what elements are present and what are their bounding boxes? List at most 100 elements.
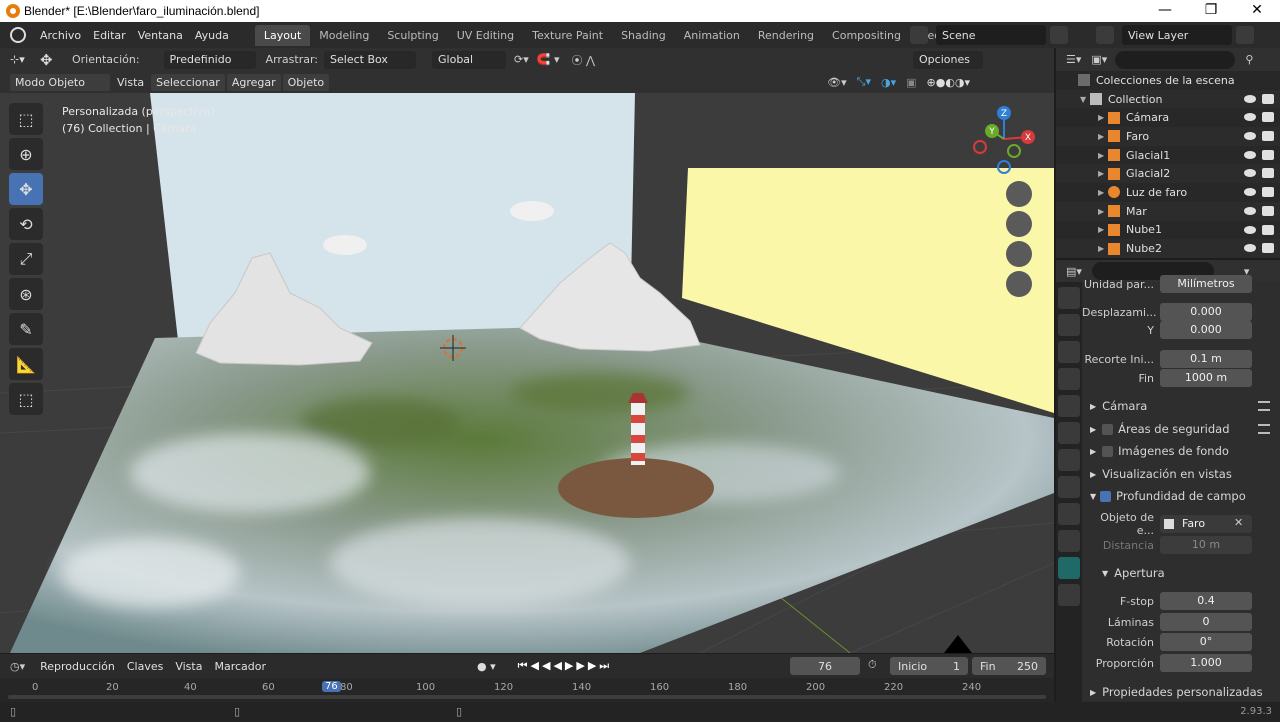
unit-field[interactable]: Milímetros bbox=[1160, 275, 1252, 293]
menu-archivo[interactable]: Archivo bbox=[34, 29, 87, 42]
tab-rendering[interactable]: Rendering bbox=[749, 25, 823, 46]
current-frame-field[interactable]: 76 bbox=[790, 657, 860, 675]
tab-compositing[interactable]: Compositing bbox=[823, 25, 910, 46]
cursor-tool-icon[interactable]: ⊕ bbox=[9, 138, 43, 170]
scene-selector[interactable]: Scene bbox=[936, 25, 1046, 45]
texture-tab-icon[interactable] bbox=[1058, 584, 1080, 606]
new-scene-icon[interactable] bbox=[1050, 26, 1068, 44]
shift-x-field[interactable]: 0.000 bbox=[1160, 303, 1252, 321]
eye-icon[interactable] bbox=[1244, 94, 1256, 103]
menu-marcador[interactable]: Marcador bbox=[209, 658, 271, 675]
view-layer-tab-icon[interactable] bbox=[1058, 368, 1080, 390]
playhead[interactable]: 76 bbox=[322, 681, 341, 692]
shift-y-field[interactable]: 0.000 bbox=[1160, 321, 1252, 339]
safe-areas-checkbox[interactable] bbox=[1102, 423, 1114, 435]
outliner-item-nube2[interactable]: ▶ Nube2 bbox=[1056, 239, 1280, 258]
render-camera-icon[interactable] bbox=[1262, 224, 1274, 235]
render-camera-icon[interactable] bbox=[1262, 93, 1274, 104]
menu-seleccionar[interactable]: Seleccionar bbox=[151, 73, 225, 91]
section-areas-seguridad[interactable]: ▶ Áreas de seguridad bbox=[1082, 418, 1280, 440]
timeline-editor-icon[interactable]: ◷▾ bbox=[10, 660, 25, 673]
timeline-scrollbar[interactable] bbox=[8, 695, 1046, 699]
tab-animation[interactable]: Animation bbox=[675, 25, 749, 46]
playback-controls-icon[interactable]: ⏮◀◀◀▶▶▶⏭ bbox=[518, 659, 613, 673]
tab-texture-paint[interactable]: Texture Paint bbox=[523, 25, 612, 46]
render-camera-icon[interactable] bbox=[1262, 168, 1274, 179]
menu-ventana[interactable]: Ventana bbox=[132, 29, 189, 42]
expand-icon[interactable]: ▶ bbox=[1098, 225, 1108, 234]
render-camera-icon[interactable] bbox=[1262, 187, 1274, 198]
expand-icon[interactable]: ▶ bbox=[1098, 244, 1108, 253]
background-images-checkbox[interactable] bbox=[1102, 445, 1114, 457]
eye-icon[interactable] bbox=[1244, 150, 1256, 159]
ortho-grid-icon[interactable] bbox=[1006, 271, 1032, 297]
eye-icon[interactable] bbox=[1244, 206, 1256, 215]
expand-icon[interactable]: ▶ bbox=[1098, 151, 1108, 160]
minimize-button[interactable]: — bbox=[1142, 0, 1188, 22]
fstop-field[interactable]: 0.4 bbox=[1160, 592, 1252, 610]
rotation-field[interactable]: 0° bbox=[1160, 633, 1252, 651]
blender-menu-icon[interactable] bbox=[10, 27, 26, 43]
clear-icon[interactable]: ✕ bbox=[1234, 516, 1243, 529]
filter-icon[interactable]: ⚲ bbox=[1245, 53, 1253, 66]
mode-dropdown[interactable]: Modo Objeto bbox=[10, 73, 110, 91]
section-visualizacion[interactable]: ▶ Visualización en vistas bbox=[1082, 463, 1280, 485]
world-tab-icon[interactable] bbox=[1058, 422, 1080, 444]
render-camera-icon[interactable] bbox=[1262, 243, 1274, 254]
display-mode-icon[interactable]: ▣▾ bbox=[1091, 53, 1107, 66]
expand-icon[interactable]: ▶ bbox=[1098, 132, 1108, 141]
navigation-gizmo-icon[interactable]: Z X Y bbox=[968, 103, 1040, 175]
menu-ayuda[interactable]: Ayuda bbox=[189, 29, 235, 42]
eye-icon[interactable] bbox=[1244, 113, 1256, 122]
section-profundidad-campo[interactable]: ▼ Profundidad de campo bbox=[1082, 485, 1280, 507]
select-tool-icon[interactable]: ⬚ bbox=[9, 103, 43, 135]
clip-end-field[interactable]: 1000 m bbox=[1160, 369, 1252, 387]
move-tool-button-icon[interactable]: ✥ bbox=[9, 173, 43, 205]
outliner-editor-icon[interactable]: ☰▾ bbox=[1066, 53, 1081, 66]
orientation-dropdown[interactable]: Predefinido bbox=[163, 50, 256, 69]
menu-editar[interactable]: Editar bbox=[87, 29, 132, 42]
expand-icon[interactable]: ▶ bbox=[1098, 188, 1108, 197]
camera-data-tab-icon[interactable] bbox=[1058, 557, 1080, 579]
measure-tool-icon[interactable]: 📐 bbox=[9, 348, 43, 380]
expand-icon[interactable]: ▶ bbox=[1098, 113, 1108, 122]
tab-layout[interactable]: Layout bbox=[254, 24, 311, 46]
new-view-layer-icon[interactable] bbox=[1236, 26, 1254, 44]
shading-mode-icons[interactable]: ⊕●◐◑▾ bbox=[927, 76, 971, 89]
add-cube-tool-icon[interactable]: ⬚ bbox=[9, 383, 43, 415]
outliner-item-faro[interactable]: ▶ Faro bbox=[1056, 127, 1280, 146]
collapse-icon[interactable]: ▼ bbox=[1080, 95, 1090, 104]
transform-tool-icon[interactable]: ⊛ bbox=[9, 278, 43, 310]
section-camara[interactable]: ▶ Cámara bbox=[1082, 395, 1280, 417]
constraints-tab-icon[interactable] bbox=[1058, 530, 1080, 552]
outliner-item-camara[interactable]: ▶ Cámara bbox=[1056, 108, 1280, 127]
expand-icon[interactable]: ▶ bbox=[1098, 169, 1108, 178]
scene-icon[interactable] bbox=[910, 26, 928, 44]
clip-start-field[interactable]: 0.1 m bbox=[1160, 350, 1252, 368]
render-camera-icon[interactable] bbox=[1262, 149, 1274, 160]
drag-dropdown[interactable]: Select Box bbox=[324, 50, 417, 69]
scene-tab-icon[interactable] bbox=[1058, 395, 1080, 417]
annotate-tool-icon[interactable]: ✎ bbox=[9, 313, 43, 345]
section-imagenes-fondo[interactable]: ▶ Imágenes de fondo bbox=[1082, 440, 1280, 462]
scale-tool-icon[interactable]: ⤢ bbox=[9, 243, 43, 275]
options-dropdown[interactable]: Opciones bbox=[913, 50, 984, 69]
proportional-edit-icon[interactable]: ⦿ ⋀ bbox=[571, 52, 595, 68]
menu-vista-timeline[interactable]: Vista bbox=[170, 658, 207, 675]
modifiers-tab-icon[interactable] bbox=[1058, 503, 1080, 525]
3d-viewport[interactable]: Personalizada (perspectiva) (76) Collect… bbox=[0, 93, 1054, 653]
end-frame-field[interactable]: Fin 250 bbox=[972, 657, 1046, 675]
outliner-item-luz-de-faro[interactable]: ▶ Luz de faro bbox=[1056, 183, 1280, 202]
start-frame-field[interactable]: Inicio 1 bbox=[890, 657, 968, 675]
presets-list-icon[interactable] bbox=[1258, 424, 1270, 434]
render-camera-icon[interactable] bbox=[1262, 131, 1274, 142]
maximize-button[interactable]: ❐ bbox=[1188, 0, 1234, 22]
visibility-icon[interactable]: 👁▾ bbox=[827, 76, 847, 89]
zoom-icon[interactable] bbox=[1006, 181, 1032, 207]
tab-shading[interactable]: Shading bbox=[612, 25, 675, 46]
section-propiedades-personalizadas[interactable]: ▶ Propiedades personalizadas bbox=[1082, 681, 1280, 703]
eye-icon[interactable] bbox=[1244, 225, 1256, 234]
outliner-item-mar[interactable]: ▶ Mar bbox=[1056, 201, 1280, 221]
timeline-ruler[interactable]: 0 20 40 60 80 100 120 140 160 180 200 22… bbox=[0, 678, 1054, 702]
render-tab-icon[interactable] bbox=[1058, 314, 1080, 336]
